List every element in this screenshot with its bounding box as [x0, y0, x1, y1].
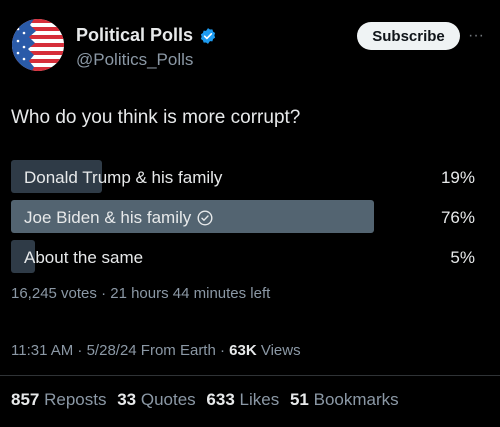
- reposts-label: Reposts: [44, 390, 107, 409]
- us-flag-circle-icon: [12, 19, 64, 71]
- author-handle[interactable]: @Politics_Polls: [76, 50, 193, 70]
- tweet-text: Who do you think is more corrupt?: [11, 107, 301, 128]
- poll-meta: 16,245 votes · 21 hours 44 minutes left: [11, 285, 271, 302]
- more-options-icon[interactable]: ···: [468, 27, 484, 45]
- poll-option-text: About the same: [24, 248, 144, 267]
- bookmarks-stat[interactable]: 51 Bookmarks: [290, 390, 399, 409]
- quotes-count: 33: [117, 390, 137, 409]
- poll-option-label: Joe Biden & his family: [24, 208, 213, 228]
- bookmarks-count: 51: [289, 390, 309, 409]
- likes-label: Likes: [239, 390, 280, 409]
- poll-option: About the same 5%: [11, 240, 489, 273]
- reposts-count: 857: [11, 390, 40, 409]
- timestamp-text[interactable]: 11:31 AM · 5/28/24 From Earth ·: [11, 342, 229, 359]
- poll-option: Donald Trump & his family 19%: [11, 160, 489, 193]
- poll: Donald Trump & his family 19% Joe Biden …: [11, 160, 489, 280]
- author-name-text[interactable]: Political Polls: [76, 25, 193, 46]
- reposts-stat[interactable]: 857 Reposts: [11, 390, 106, 409]
- poll-option-percent: 19%: [440, 168, 475, 187]
- check-circle-icon: [197, 210, 213, 226]
- poll-option-label: Donald Trump & his family: [24, 168, 222, 188]
- author-display-name[interactable]: Political Polls: [76, 25, 217, 46]
- views-label: Views: [256, 342, 301, 359]
- likes-stat[interactable]: 633 Likes: [206, 390, 279, 409]
- poll-option-label: About the same: [24, 248, 143, 268]
- divider: [0, 375, 500, 376]
- poll-option-percent: 5%: [450, 248, 475, 267]
- poll-option-percent: 76%: [440, 208, 475, 227]
- quotes-label: Quotes: [140, 390, 196, 409]
- poll-option: Joe Biden & his family 76%: [11, 200, 489, 233]
- likes-count: 633: [206, 390, 235, 409]
- poll-option-text: Joe Biden & his family: [24, 208, 192, 227]
- quotes-stat[interactable]: 33 Quotes: [117, 390, 195, 409]
- tweet-detail: Political Polls @Politics_Polls Subscrib…: [0, 0, 500, 427]
- verified-badge-icon: [200, 27, 216, 44]
- poll-option-text: Donald Trump & his family: [24, 168, 223, 187]
- engagement-stats: 857 Reposts 33 Quotes 633 Likes 51 Bookm…: [11, 390, 405, 410]
- subscribe-button[interactable]: Subscribe: [357, 22, 460, 50]
- views-count: 63K: [229, 342, 257, 359]
- bookmarks-label: Bookmarks: [313, 390, 399, 409]
- avatar[interactable]: [12, 19, 64, 71]
- timestamp-line: 11:31 AM · 5/28/24 From Earth · 63K View…: [11, 342, 301, 359]
